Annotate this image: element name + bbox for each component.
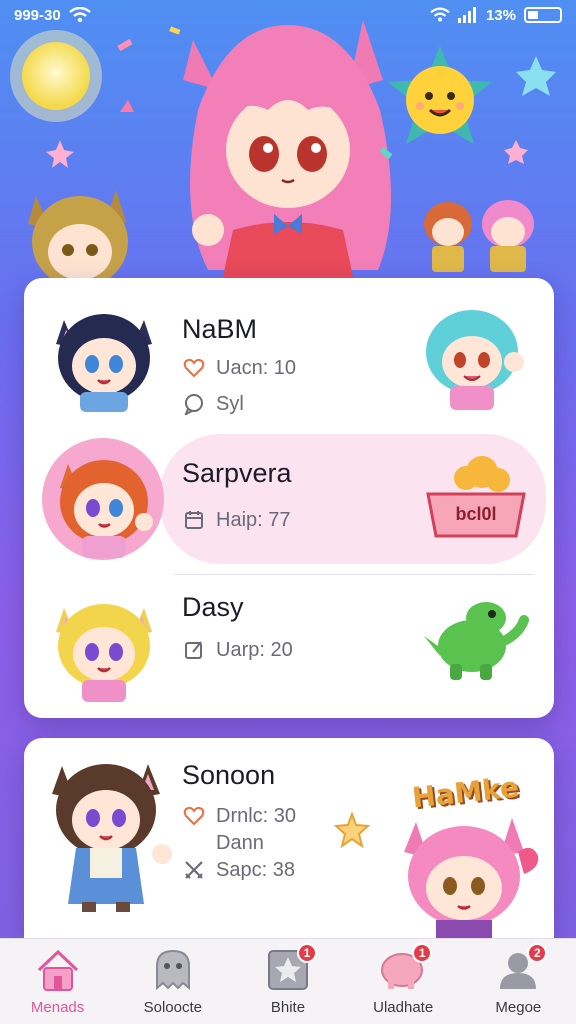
battery-text: 13% <box>485 6 516 24</box>
status-time: 999-30 <box>14 6 61 24</box>
meta-text: Syl <box>216 392 244 415</box>
chat-icon <box>182 392 206 416</box>
nav-item-megoe[interactable]: 2 Megoe <box>463 943 573 1016</box>
list-item[interactable]: Dasy Uarp: 20 <box>24 572 554 718</box>
star-icon <box>334 812 370 848</box>
notification-badge: 2 <box>527 943 548 963</box>
character-card[interactable]: Sonoon Drnlc: 30 Dann Sapc: 38 HaMke <box>24 738 554 938</box>
teal-girl-sticker <box>426 310 524 410</box>
meta-text: Drnlc: 30 <box>216 804 297 827</box>
meta-line: Drnlc: 30 <box>182 804 296 828</box>
meta-text: Sapc: 38 <box>216 858 295 881</box>
nav-label: Megoe <box>495 999 542 1016</box>
notification-badge: 1 <box>412 943 433 963</box>
nav-item-bhite[interactable]: 1 Bhite <box>233 943 343 1016</box>
heart-icon <box>182 356 206 380</box>
character-name: Sonoon <box>182 760 276 790</box>
meta-text: Dann <box>216 832 264 854</box>
pig-icon: 1 <box>380 943 433 993</box>
sticker-label: bcl0l <box>455 504 497 524</box>
meta-line: Syl <box>182 392 244 416</box>
nav-label: Soloocte <box>143 999 202 1016</box>
bottom-navigation: Menads Soloocte 1 Bhite 1 Uladhate 2 Meg… <box>0 938 576 1024</box>
status-bar: 999-30 13% <box>0 0 576 30</box>
header-illustration <box>0 0 576 300</box>
star-box-icon: 1 <box>265 943 317 993</box>
nav-item-uladhate[interactable]: 1 Uladhate <box>348 943 458 1016</box>
cake-sticker: bcl0l <box>422 450 530 540</box>
sticker-title: HaMke <box>410 770 521 815</box>
character-name: NaBM <box>182 314 258 344</box>
profile-icon: 2 <box>495 943 548 993</box>
nav-label: Menads <box>30 999 85 1016</box>
ghost-icon <box>150 947 196 993</box>
meta-line: Uarp: 20 <box>182 638 293 662</box>
hero-background-art <box>10 20 556 300</box>
avatar <box>56 604 152 702</box>
nav-label: Uladhate <box>373 999 434 1016</box>
battery-icon <box>524 7 562 23</box>
calendar-icon <box>182 508 206 532</box>
nav-item-menads[interactable]: Menads <box>3 947 113 1016</box>
home-icon <box>35 947 81 993</box>
list-item-selected[interactable]: Sarpvera Haip: 77 bcl0l <box>24 428 554 568</box>
notification-badge: 1 <box>296 943 317 963</box>
edit-icon <box>182 638 206 662</box>
nav-label: Bhite <box>270 999 306 1016</box>
pink-cat-sticker <box>404 818 539 938</box>
character-name: Dasy <box>182 592 244 622</box>
meta-text: Uarp: 20 <box>216 638 293 661</box>
character-list-card: NaBM Uacn: 10 Syl Sarpvera Haip: 77 bcl0… <box>24 278 554 718</box>
meta-line: Haip: 77 <box>182 508 291 532</box>
wifi-icon <box>68 7 91 23</box>
swords-icon <box>182 858 206 882</box>
avatar <box>52 764 172 912</box>
dino-sticker <box>424 602 529 680</box>
meta-line: Sapc: 38 <box>182 858 295 882</box>
nav-item-soloocte[interactable]: Soloocte <box>118 947 228 1016</box>
meta-text: Haip: 77 <box>216 508 291 531</box>
meta-line: Uacn: 10 <box>182 356 296 380</box>
character-name: Sarpvera <box>182 458 292 488</box>
avatar <box>56 314 152 412</box>
list-item[interactable]: NaBM Uacn: 10 Syl <box>24 278 554 428</box>
signal-icon <box>457 7 476 23</box>
meta-text: Uacn: 10 <box>216 356 297 379</box>
heart-icon <box>182 804 206 828</box>
avatar <box>60 460 153 558</box>
wifi-icon-right <box>430 7 450 22</box>
meta-line: Dann <box>216 832 264 855</box>
